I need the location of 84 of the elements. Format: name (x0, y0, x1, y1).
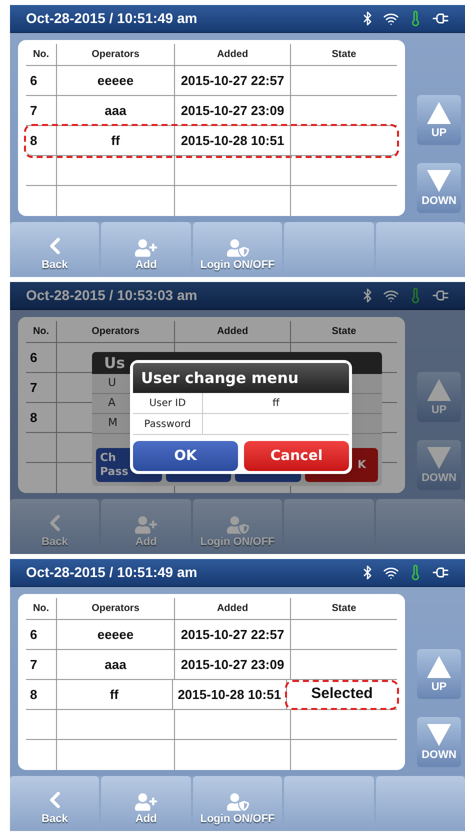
toolbar-button[interactable]: Login ON/OFF (192, 222, 282, 277)
toolbar-button[interactable]: Add (101, 776, 191, 831)
table-row[interactable]: 8 ff 2015-10-28 10:51 Selected (26, 680, 397, 710)
table-cell-text: aaa (104, 102, 126, 120)
ok-button[interactable]: OK (133, 441, 238, 471)
up-button[interactable]: UP (417, 649, 461, 699)
blank-button[interactable] (376, 776, 465, 831)
up-button[interactable]: UP (417, 372, 461, 422)
toolbar-button[interactable]: Back (10, 776, 100, 831)
cancel-button[interactable]: Cancel (244, 441, 349, 471)
field-label: U (108, 375, 116, 392)
column-header: State (332, 325, 356, 339)
down-triangle-icon (427, 724, 451, 746)
down-button[interactable]: DOWN (417, 440, 461, 490)
table-cell-text: 2015-10-27 23:09 (180, 102, 284, 120)
down-button[interactable]: DOWN (417, 163, 461, 213)
table-cell-text: 2015-10-27 23:09 (180, 656, 284, 674)
table-cell-text: 6 (30, 72, 38, 90)
table-row[interactable]: 6 eeeee 2015-10-27 22:57 (26, 66, 397, 96)
date-time: Oct-28-2015 / 10:51:49 am (26, 9, 198, 28)
down-triangle-icon (427, 446, 451, 468)
column-header: State (332, 602, 356, 616)
toolbar-button[interactable]: Add (101, 222, 191, 277)
blank-button[interactable] (284, 222, 374, 277)
table-cell-text: 8 (30, 408, 38, 427)
state-cell: Selected (287, 682, 397, 708)
dialog-title: User change menu (141, 368, 299, 389)
toolbar-button[interactable]: Back (10, 222, 100, 277)
field-label: M (108, 415, 118, 432)
up-triangle-icon (427, 656, 451, 678)
table-cell-text: 6 (30, 348, 38, 367)
column-header: Added (216, 325, 248, 339)
user-plus-icon (135, 791, 158, 814)
table-row[interactable]: 7 aaa 2015-10-27 23:09 (26, 650, 397, 680)
table-cell-text: 7 (30, 656, 38, 674)
dialog-title: Us (104, 352, 126, 374)
field-label: User ID (149, 396, 186, 410)
table-cell-text: 2015-10-27 22:57 (180, 72, 284, 90)
column-header: No. (32, 48, 50, 62)
table-cell-text: eeeee (97, 72, 134, 90)
table-cell-text: 2015-10-28 10:51 (180, 132, 284, 150)
up-triangle-icon (427, 102, 451, 124)
field-label: A (108, 395, 116, 412)
table-cell-text: 6 (30, 626, 38, 644)
field-input[interactable]: ff (203, 393, 349, 413)
column-header: Operators (92, 325, 140, 339)
column-header: No. (32, 325, 50, 339)
table-cell-text: 8 (30, 686, 38, 704)
up-triangle-icon (427, 378, 451, 400)
column-header: Added (216, 602, 248, 616)
down-button[interactable]: DOWN (417, 717, 461, 767)
user-plus-icon (135, 514, 158, 536)
blank-button[interactable] (284, 776, 374, 831)
table-cell-text: 7 (30, 102, 38, 120)
table-cell-text: 2015-10-28 10:51 (178, 686, 282, 704)
user-shield-icon (226, 237, 249, 260)
wifi-icon (383, 10, 399, 26)
toolbar-button[interactable]: Login ON/OFF (192, 776, 282, 831)
column-header: Operators (92, 48, 140, 62)
column-header: State (332, 48, 356, 62)
wifi-icon (383, 288, 399, 304)
table-cell-text: aaa (104, 656, 126, 674)
table-row[interactable]: 7 aaa 2015-10-27 23:09 (26, 96, 397, 126)
table-cell-text: 2015-10-27 22:57 (180, 626, 284, 644)
blank-button[interactable] (376, 222, 465, 277)
table-cell-text: eeeee (97, 626, 134, 644)
wifi-icon (383, 564, 399, 580)
column-header: Operators (92, 602, 140, 616)
table-cell-text: ff (110, 686, 119, 704)
user-plus-icon (135, 237, 158, 260)
table-row[interactable]: 8 ff 2015-10-28 10:51 (26, 126, 397, 156)
user-shield-icon (226, 514, 249, 536)
table-cell-text: 8 (30, 132, 38, 150)
table-cell-text: 7 (30, 378, 38, 397)
down-triangle-icon (427, 170, 451, 192)
user-shield-icon (226, 791, 249, 814)
table-row[interactable]: 6 eeeee 2015-10-27 22:57 (26, 620, 397, 650)
table-cell-text: ff (111, 132, 120, 150)
field-label: Password (144, 418, 191, 432)
date-time: Oct-28-2015 / 10:51:49 am (26, 563, 198, 582)
column-header: Added (216, 48, 248, 62)
date-time: Oct-28-2015 / 10:53:03 am (26, 286, 198, 305)
up-button[interactable]: UP (417, 95, 461, 145)
column-header: No. (32, 602, 50, 616)
